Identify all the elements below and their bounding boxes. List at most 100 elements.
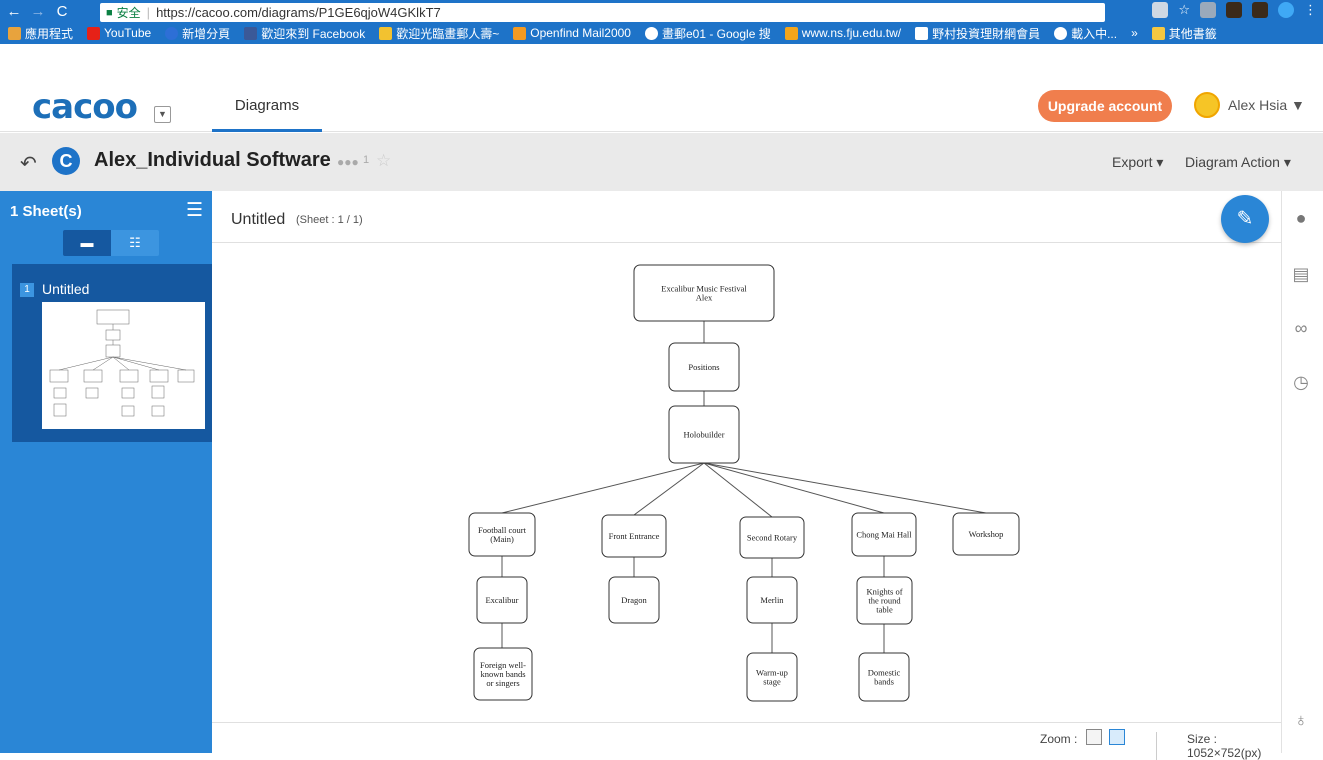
page-icon	[915, 26, 929, 40]
extension-icon[interactable]	[1200, 2, 1216, 18]
canvas-title-row: Untitled (Sheet : 1 / 1)	[212, 191, 1281, 243]
diagram-node[interactable]: Domesticbands	[858, 652, 910, 702]
diagram-node[interactable]: Foreign well-known bandsor singers	[473, 647, 533, 701]
list-view-button[interactable]: ☷	[111, 230, 159, 256]
node-label: Workshop	[969, 529, 1004, 539]
new-tab-icon	[165, 26, 179, 40]
diagram-node[interactable]: Dragon	[608, 576, 660, 624]
diagram-node[interactable]: Merlin	[746, 576, 798, 624]
forward-arrow-icon[interactable]: →	[28, 3, 48, 20]
diagram-node[interactable]: Second Rotary	[739, 516, 805, 559]
node-label: table	[876, 605, 893, 615]
right-rail: ● ▤ ∞ ◷ ♁	[1281, 191, 1323, 753]
avatar[interactable]	[1194, 92, 1220, 118]
bookmark-item[interactable]: 畫郵e01 - Google 搜	[644, 25, 771, 42]
diagram-drawing[interactable]: Excalibur Music FestivalAlex Positions Hol…	[212, 243, 1281, 722]
view-toggle: ▬ ☷	[63, 230, 159, 256]
bookmark-item[interactable]: 載入中...	[1054, 25, 1117, 42]
zoom-fit-button[interactable]	[1086, 729, 1102, 745]
status-bar: Zoom : Size : 1052×752(px)	[212, 722, 1281, 760]
zoom-label: Zoom :	[1040, 732, 1078, 746]
zoom-actual-button[interactable]	[1109, 729, 1125, 745]
browser-toolbar: ← → C ■ 安全 | https://cacoo.com/diagrams/…	[0, 0, 1323, 44]
node-label: Merlin	[760, 595, 784, 605]
back-icon[interactable]: ↶	[20, 151, 37, 176]
reload-icon[interactable]: C	[52, 3, 72, 20]
bookmark-item[interactable]: 應用程式	[8, 25, 73, 42]
cacoo-icon[interactable]: C	[52, 147, 80, 175]
tab-diagrams[interactable]: Diagrams	[212, 80, 322, 132]
bookmark-item[interactable]: YouTube	[87, 26, 151, 40]
google-icon	[644, 26, 658, 40]
bookmark-item[interactable]: 歡迎來到 Facebook	[244, 25, 365, 42]
diagram-node[interactable]: Front Entrance	[601, 514, 667, 558]
info-icon[interactable]: ●	[1290, 207, 1312, 229]
diagram-title-bar: ↶ C Alex_Individual Software ●●● 1 ☆ Exp…	[0, 133, 1323, 191]
export-menu[interactable]: Export ▾	[1112, 154, 1163, 171]
node-label: Second Rotary	[747, 533, 798, 543]
address-row: ← → C ■ 安全 | https://cacoo.com/diagrams/…	[0, 0, 1323, 22]
lightbulb-icon[interactable]: ♁	[1290, 709, 1312, 731]
url-bar[interactable]: ■ 安全 | https://cacoo.com/diagrams/P1GE6q…	[100, 3, 1105, 22]
history-icon[interactable]: ◷	[1290, 371, 1312, 393]
folder-icon	[1151, 26, 1165, 40]
page-title: Alex_Individual Software	[94, 149, 331, 171]
url-separator: |	[146, 5, 151, 20]
site-icon	[379, 26, 393, 40]
diagram-node[interactable]: Football court(Main)	[468, 512, 536, 557]
bookmark-item[interactable]: 野村投資理財網會員	[915, 25, 1040, 42]
extension-icon[interactable]	[1252, 2, 1268, 18]
extension-icon[interactable]	[1278, 2, 1294, 18]
cacoo-logo[interactable]: cacoo	[32, 87, 138, 127]
node-label: Holobuilder	[683, 430, 724, 440]
chevron-down-icon[interactable]: ▼	[154, 106, 171, 123]
star-icon[interactable]: ☆	[376, 151, 391, 171]
people-icon[interactable]: ●●●	[337, 155, 359, 169]
bookmark-item[interactable]: Openfind Mail2000	[513, 26, 631, 40]
extension-icon[interactable]	[1226, 2, 1242, 18]
node-label: Dragon	[621, 595, 647, 605]
sheet-title[interactable]: Untitled	[231, 211, 285, 229]
diagram-node[interactable]: Holobuilder	[668, 405, 740, 464]
link-icon[interactable]: ∞	[1290, 317, 1312, 339]
diagram-action-menu[interactable]: Diagram Action ▾	[1185, 154, 1291, 171]
translate-icon[interactable]	[1152, 2, 1169, 18]
sheet-name: Untitled	[42, 281, 90, 297]
bookmark-item[interactable]: 歡迎光臨畫郵人壽~	[379, 25, 499, 42]
diagram-node[interactable]: Knights ofthe roundtable	[856, 576, 913, 625]
diagram-node[interactable]: Chong Mai Hall	[851, 512, 917, 557]
node-label: bands	[874, 677, 894, 687]
url-text: https://cacoo.com/diagrams/P1GE6qjoW4GKl…	[156, 5, 441, 20]
node-label: Chong Mai Hall	[856, 530, 912, 540]
diagram-node[interactable]: Excalibur	[476, 576, 528, 624]
bookmark-item[interactable]: 其他書籤	[1151, 25, 1217, 42]
user-menu[interactable]: Alex Hsia ▼	[1228, 97, 1305, 113]
sheet-list-item[interactable]: 1 Untitled	[12, 264, 212, 442]
bookmark-item[interactable]: www.ns.fju.edu.tw/	[784, 26, 901, 40]
bookmark-star-icon[interactable]: ☆	[1178, 2, 1190, 18]
site-icon	[784, 26, 798, 40]
sheets-sidebar: 1 Sheet(s) ☰ ▬ ☷ 1 Untitled	[0, 191, 212, 753]
back-arrow-icon[interactable]: ←	[4, 3, 24, 20]
chevron-down-icon: ▾	[1156, 154, 1164, 170]
menu-dots-icon[interactable]: ⋮	[1304, 2, 1317, 18]
node-label: Alex	[696, 293, 713, 303]
thumbnail-view-button[interactable]: ▬	[63, 230, 111, 256]
hamburger-icon[interactable]: ☰	[186, 199, 203, 222]
sheet-thumbnail[interactable]	[42, 302, 205, 429]
diagram-node[interactable]: Warm-upstage	[746, 652, 798, 702]
bookmark-item[interactable]: 新增分頁	[165, 25, 230, 42]
diagram-node[interactable]: Positions	[668, 342, 740, 392]
node-label: Positions	[688, 362, 719, 372]
facebook-icon	[244, 26, 258, 40]
mail-icon	[513, 26, 527, 40]
gear-icon	[1054, 26, 1068, 40]
upgrade-account-button[interactable]: Upgrade account	[1038, 90, 1172, 122]
more-bookmarks-button[interactable]: »	[1131, 26, 1138, 40]
edit-icon[interactable]: ✎	[1221, 195, 1269, 243]
diagram-node[interactable]: Workshop	[952, 512, 1020, 556]
comment-icon[interactable]: ▤	[1290, 263, 1312, 285]
diagram-node[interactable]: Excalibur Music FestivalAlex	[633, 264, 775, 322]
diagram-nodes: Excalibur Music FestivalAlex Positions Hol…	[468, 264, 1020, 702]
youtube-icon	[87, 26, 101, 40]
